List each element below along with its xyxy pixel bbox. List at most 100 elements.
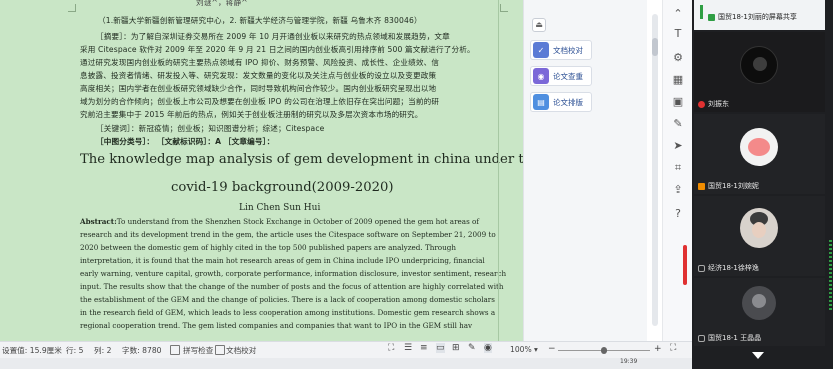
abstract-cn-line-text: 采用 Citespace 软件对 2009 年至 2020 年 9 月 21 日… xyxy=(80,45,475,54)
collapse-icon[interactable]: ⌃ xyxy=(670,6,686,22)
english-title-line-2: covid-19 background(2009-2020) xyxy=(171,180,394,195)
user-icon xyxy=(698,182,705,190)
avatar xyxy=(742,286,776,320)
abstract-en-line: the establishment of the GEM and the cha… xyxy=(80,295,495,304)
layout-icon: ▤ xyxy=(533,94,549,110)
abstract-cn-line: 域为划分的合作倾向；创业板上市公司及想要在创业板 IPO 的公司在治理上依旧存在… xyxy=(80,97,440,106)
text-icon[interactable]: T xyxy=(670,26,686,42)
fullscreen-icon[interactable]: ⛶ xyxy=(388,343,394,353)
abstract-cn-line: 通过研究发现国内创业板的研究主要热点领域有 IPO 抑价、财务预警、风险投资、成… xyxy=(80,58,440,67)
english-title-line-1: The knowledge map analysis of gem develo… xyxy=(80,152,523,167)
tool-column: ⌃ T ⚙ ▦ ▣ ✎ ➤ ⌗ ⇪ ? xyxy=(662,0,692,341)
author-line: 刘谜^，蒋静^ xyxy=(196,0,248,7)
document-canvas[interactable]: 刘谜^，蒋静^ （1.新疆大学新疆创新管理研究中心，2. 新疆大学经济与管理学院… xyxy=(0,0,523,341)
cursor-icon[interactable]: ➤ xyxy=(670,138,686,154)
web-view-icon[interactable]: ⊞ xyxy=(452,343,460,353)
doc-check-icon: ✓ xyxy=(533,42,549,58)
help-icon[interactable]: ? xyxy=(670,206,686,222)
avatar-face xyxy=(752,222,766,238)
page-margin-line xyxy=(498,0,499,341)
doc-proofread-label: 文档校对 xyxy=(553,45,583,55)
status-bar: 设置值: 15.9厘米 行: 5 列: 2 字数: 8780 拼写检查 文档校对… xyxy=(0,341,692,358)
plagiarism-check-icon: ◉ xyxy=(533,68,549,84)
record-indicator xyxy=(683,245,687,285)
screen-share-icon xyxy=(708,13,715,21)
scrollbar-thumb[interactable] xyxy=(652,38,658,56)
mic-off-icon xyxy=(698,100,705,108)
spell-check-toggle[interactable]: 拼写检查 xyxy=(183,345,213,356)
participant-tile[interactable]: 国贸18-1 王晶晶 xyxy=(694,278,825,346)
abstract-en-line: regional cooperation trend. The gem list… xyxy=(80,321,473,330)
zoom-level[interactable]: 100% xyxy=(510,345,532,354)
zoom-in-icon[interactable]: + xyxy=(654,344,662,354)
zoom-dropdown-icon[interactable]: ▾ xyxy=(534,345,538,354)
paper-layout-button[interactable]: ▤ 论文排版 xyxy=(530,92,592,112)
word-count[interactable]: 字数: 8780 xyxy=(122,345,162,356)
participant-tile[interactable]: 经济18-1徐梓逸 xyxy=(694,196,825,276)
crop-icon[interactable]: ⌗ xyxy=(670,160,686,176)
avatar-face xyxy=(748,138,770,156)
avatar-face xyxy=(753,57,767,71)
tile-name: 国贸18-1 王晶晶 xyxy=(698,333,761,343)
doc-proof-icon xyxy=(215,345,225,355)
tile-name-text: 国贸18-1刘丽的屏幕共享 xyxy=(718,13,797,21)
tile-name: 国贸18-1刘丽的屏幕共享 xyxy=(708,12,797,22)
participant-tile[interactable]: 刘振东 xyxy=(694,32,825,112)
abstract-en-line: research and its development trend in th… xyxy=(80,230,496,239)
meeting-sidebar: 国贸18-1刘丽的屏幕共享 刘振东 国贸18-1刘婉妮 经济18-1徐梓逸 国贸… xyxy=(692,0,833,369)
tile-name: 刘振东 xyxy=(698,99,729,109)
paper-layout-label: 论文排版 xyxy=(553,97,583,107)
abstract-en-line: 2020 between the domestic gem of highly … xyxy=(80,243,456,252)
read-mode-icon[interactable]: ☰ xyxy=(404,343,412,353)
avatar xyxy=(740,46,778,84)
plagiarism-check-label: 论文查重 xyxy=(553,71,583,81)
avatar xyxy=(740,208,778,248)
participant-tile[interactable]: 国贸18-1刘婉妮 xyxy=(694,114,825,194)
col-indicator: 列: 2 xyxy=(94,346,112,355)
doc-proof-toggle[interactable]: 文档校对 xyxy=(226,345,256,356)
abstract-en-text: To understand from the Shenzhen Stock Ex… xyxy=(116,217,480,226)
share-icon[interactable]: ⇪ xyxy=(670,182,686,198)
doc-icon[interactable]: ▦ xyxy=(670,72,686,88)
page-view-icon[interactable]: ▭ xyxy=(436,343,445,353)
eye-protect-icon[interactable]: ◉ xyxy=(484,343,492,353)
doc-proofread-button[interactable]: ✓ 文档校对 xyxy=(530,40,592,60)
abstract-cn-line: 采用 Citespace 软件对 2009 年至 2020 年 9 月 21 日… xyxy=(80,44,475,55)
margin-corner-mark xyxy=(68,4,76,12)
avatar-face xyxy=(752,294,766,308)
margin-corner-mark xyxy=(500,4,508,12)
classification-line: ［中图分类号］： ［文献标识码］：A ［文章编号］： xyxy=(96,137,275,146)
doc2-icon[interactable]: ▣ xyxy=(670,94,686,110)
fit-window-icon[interactable]: ⛶ xyxy=(670,343,676,353)
tile-name: 国贸18-1刘婉妮 xyxy=(698,181,759,191)
write-mode-icon[interactable]: ✎ xyxy=(468,343,476,353)
row-indicator: 行: 5 xyxy=(66,346,84,355)
outline-icon[interactable]: ≡ xyxy=(420,343,428,353)
spell-check-icon xyxy=(170,345,180,355)
share-bar-icon xyxy=(700,5,708,19)
collapse-icon[interactable]: ⏏ xyxy=(532,18,546,32)
tile-name: 经济18-1徐梓逸 xyxy=(698,263,759,273)
abstract-en-line: in the research field of GEM, which lead… xyxy=(80,308,496,317)
abstract-cn-line: 究前沿主要集中于 2015 年前后的热点，例如关于创业板注册制的研究以及多层次资… xyxy=(80,110,423,119)
format-icon[interactable]: ⚙ xyxy=(670,50,686,66)
keywords-line: ［关键词］：新冠疫情；创业板；知识图谱分析；综述；Citespace xyxy=(96,124,325,133)
chevron-down-icon[interactable] xyxy=(752,352,764,359)
meeting-scrollbar[interactable] xyxy=(829,240,832,310)
avatar xyxy=(740,128,778,166)
tile-name-text: 国贸18-1刘婉妮 xyxy=(708,182,759,190)
edit-icon[interactable]: ✎ xyxy=(670,116,686,132)
zoom-slider-thumb[interactable] xyxy=(601,347,607,354)
abstract-cn-line: ［摘要］：为了解自深圳证券交易所在 2009 年 10 月开通创业板以来研究的热… xyxy=(96,32,450,41)
mic-icon xyxy=(698,264,705,272)
screen-share-tile[interactable]: 国贸18-1刘丽的屏幕共享 xyxy=(694,0,825,30)
abstract-cn-line: 高度相关；国内学者在创业板研究领域缺少合作，同时导致机构间合作较少。国内创业板研… xyxy=(80,84,437,93)
zoom-out-icon[interactable]: − xyxy=(548,344,556,354)
abstract-en-label: Abstract: xyxy=(80,217,117,226)
tile-name-text: 经济18-1徐梓逸 xyxy=(708,264,759,272)
tile-name-text: 刘振东 xyxy=(708,100,729,108)
setting-value: 设置值: 15.9厘米 xyxy=(2,346,62,355)
side-panel: ⏏ ✓ 文档校对 ◉ 论文查重 ▤ 论文排版 xyxy=(523,0,658,341)
vertical-scrollbar[interactable] xyxy=(652,14,658,326)
plagiarism-check-button[interactable]: ◉ 论文查重 xyxy=(530,66,592,86)
